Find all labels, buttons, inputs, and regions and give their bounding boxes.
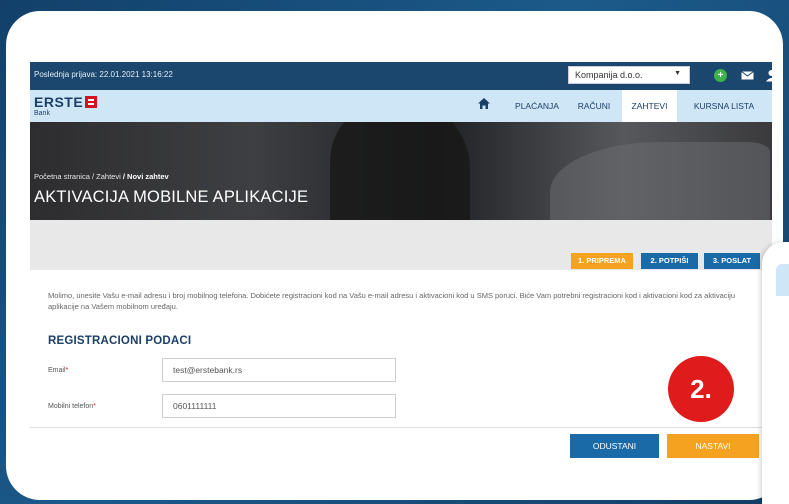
nav-item-zahtevi[interactable]: ZAHTEVI — [622, 90, 677, 122]
nav-item-kursna-lista[interactable]: KURSNA LISTA — [680, 90, 768, 122]
erste-logo-mark-icon — [85, 96, 98, 108]
side-panel — [762, 242, 789, 504]
hero-image-shape — [550, 142, 770, 220]
last-login-text: Poslednja prijava: 22.01.2021 13:16:22 — [34, 70, 173, 79]
top-bar: Poslednja prijava: 22.01.2021 13:16:22 K… — [30, 62, 777, 90]
chevron-down-icon: ▼ — [674, 70, 681, 77]
step-poslat: 3. POSLAT — [704, 253, 760, 269]
plus-circle-icon[interactable]: + — [714, 69, 727, 82]
breadcrumb-separator: / — [122, 172, 125, 181]
hero-image-shape — [330, 122, 470, 220]
email-label: Email* — [48, 367, 69, 374]
step-number-badge: 2. — [668, 356, 734, 422]
phone-label: Mobilni telefon* — [48, 403, 96, 410]
side-panel-tab — [776, 264, 789, 296]
main-nav: ERSTE Bank PLAĆANJA RAČUNI ZAHTEVI KURSN… — [30, 90, 772, 122]
section-title: REGISTRACIONI PODACI — [48, 335, 192, 347]
mail-icon[interactable] — [741, 69, 754, 82]
breadcrumb-current: Novi zahtev — [127, 172, 169, 181]
erste-logo[interactable]: ERSTE Bank — [34, 94, 98, 117]
page-title: AKTIVACIJA MOBILNE APLIKACIJE — [34, 188, 309, 206]
nav-item-placanja[interactable]: PLAĆANJA — [507, 90, 567, 122]
home-icon[interactable] — [478, 98, 490, 112]
breadcrumb-separator: / — [91, 172, 95, 181]
email-field[interactable]: test@erstebank.rs — [162, 358, 396, 382]
company-select-value: Kompanija d.o.o. — [575, 70, 643, 80]
breadcrumb-home[interactable]: Početna stranica — [34, 172, 90, 181]
nav-item-racuni[interactable]: RAČUNI — [569, 90, 619, 122]
cancel-button[interactable]: ODUSTANI — [570, 434, 659, 458]
breadcrumb: Početna stranica / Zahtevi / Novi zahtev — [34, 172, 169, 181]
step-priprema: 1. PRIPREMA — [571, 253, 633, 269]
step-potpisi: 2. POTPIŠI — [641, 253, 698, 269]
divider — [30, 427, 772, 428]
user-icon[interactable] — [765, 69, 778, 82]
hero-banner: Početna stranica / Zahtevi / Novi zahtev… — [30, 122, 772, 220]
company-select[interactable]: Kompanija d.o.o. ▼ — [568, 66, 690, 84]
next-button[interactable]: NASTAVI — [667, 434, 759, 458]
breadcrumb-requests[interactable]: Zahtevi — [96, 172, 121, 181]
intro-text: Molimo, unesite Vašu e-mail adresu i bro… — [48, 291, 736, 311]
phone-field[interactable]: 0601111111 — [162, 394, 396, 418]
